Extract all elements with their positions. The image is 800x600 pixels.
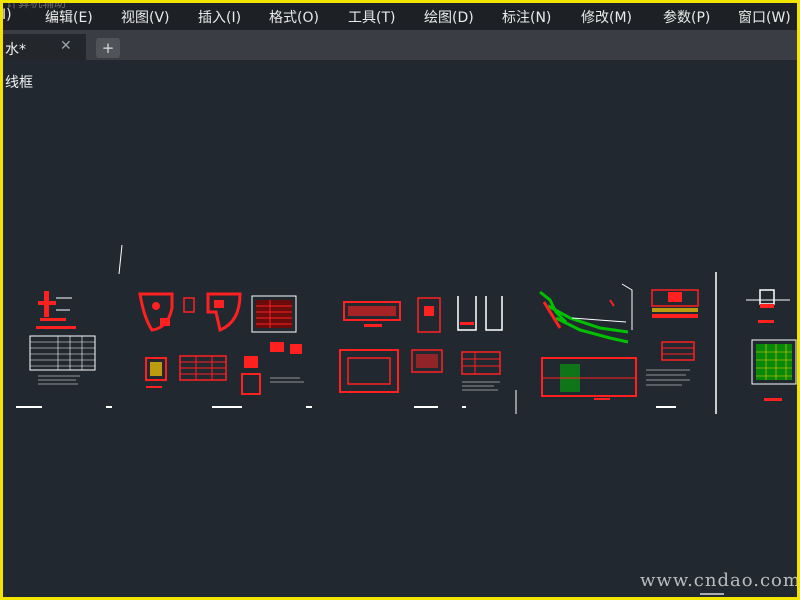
menu-modify[interactable]: 修改(M)	[581, 7, 632, 27]
watermark-text: www.cndao.com	[640, 570, 800, 591]
document-tab-title: 水*	[5, 42, 26, 58]
menu-bar: 计算机辅助 I) 编辑(E) 视图(V) 插入(I) 格式(O) 工具(T) 绘…	[0, 0, 800, 30]
watermark-underline	[700, 593, 724, 595]
menu-view[interactable]: 视图(V)	[121, 7, 170, 27]
drawing-sheet-5	[746, 289, 797, 401]
drawing-sheet-4	[539, 272, 717, 414]
document-tab[interactable]: 水* ✕	[0, 34, 86, 60]
drawing-sheet-1	[16, 244, 123, 408]
menu-file[interactable]: I)	[2, 7, 12, 23]
menu-draw[interactable]: 绘图(D)	[424, 7, 474, 27]
menu-edit[interactable]: 编辑(E)	[45, 7, 93, 27]
menu-window[interactable]: 窗口(W)	[738, 7, 791, 27]
plus-icon: +	[101, 39, 115, 57]
menu-tools[interactable]: 工具(T)	[348, 7, 395, 27]
drawing-canvas[interactable]	[0, 60, 800, 600]
drawing-sheet-2	[138, 292, 312, 408]
close-icon[interactable]: ✕	[60, 38, 72, 54]
new-tab-button[interactable]: +	[96, 38, 120, 58]
document-tab-bar: 水* ✕ +	[0, 30, 800, 60]
menu-insert[interactable]: 插入(I)	[198, 7, 241, 27]
drawing-sheet-3	[339, 296, 517, 414]
menu-format[interactable]: 格式(O)	[269, 7, 319, 27]
menu-parametric[interactable]: 参数(P)	[663, 7, 710, 27]
menu-dimension[interactable]: 标注(N)	[502, 7, 551, 27]
